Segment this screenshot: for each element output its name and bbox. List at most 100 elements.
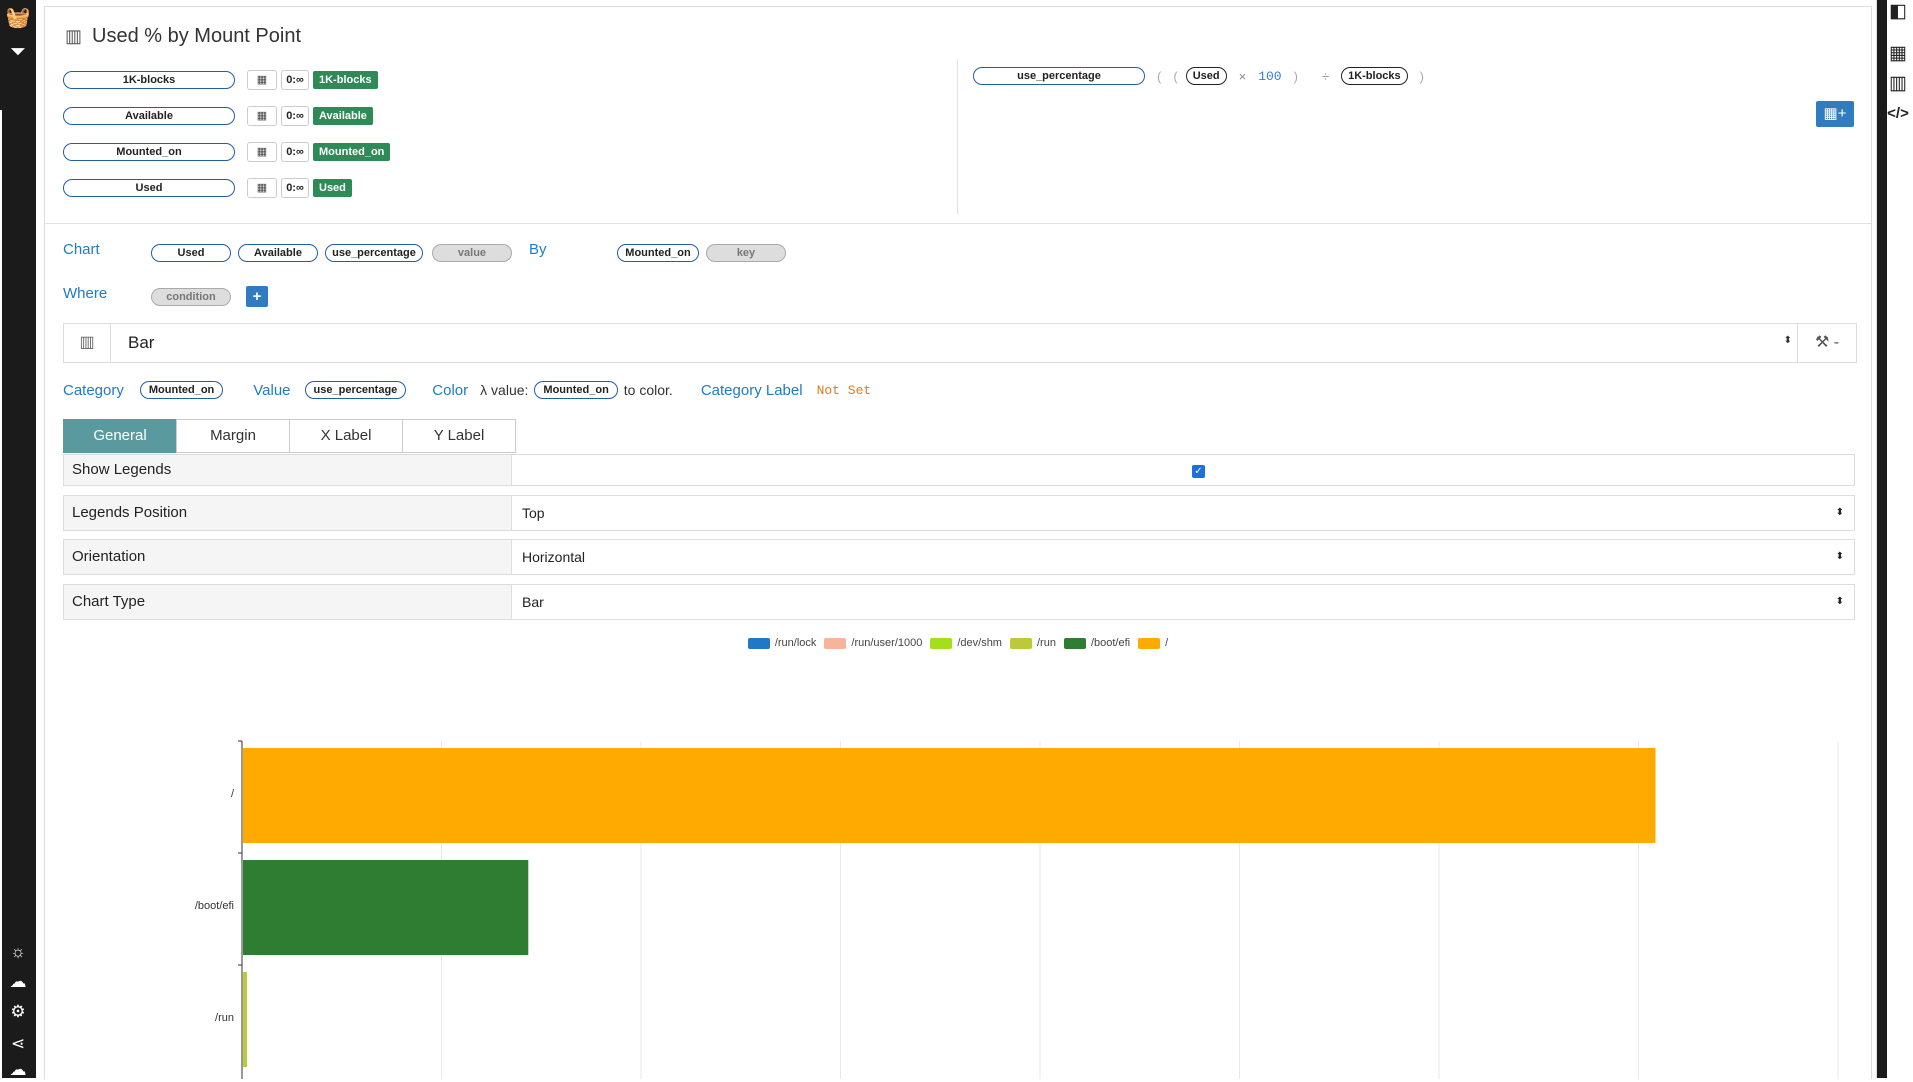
select-caret-icon: ⬍	[1835, 596, 1844, 607]
value-label: Value	[253, 381, 291, 399]
orientation-row[interactable]: Orientation Horizontal ⬍	[63, 539, 1855, 575]
cloud-icon[interactable]: ☁	[0, 970, 36, 994]
field-row: Mounted_on ▦ 0:∞ Mounted_on	[63, 141, 391, 163]
value-placeholder[interactable]: value	[432, 244, 512, 262]
range-badge[interactable]: 0:∞	[281, 142, 309, 162]
by-label: By	[529, 241, 547, 258]
legend-swatch	[1138, 637, 1161, 649]
tab-general[interactable]: General	[63, 419, 177, 453]
left-sidebar: 🧺 ⏷ ☼ ☁ ⚙ ⋖ ☁	[0, 0, 36, 1079]
divide-operator[interactable]: ÷	[1322, 69, 1329, 84]
category-label: Category	[63, 381, 124, 399]
show-legends-row: Show Legends ✓	[63, 454, 1855, 486]
orientation-value[interactable]: Horizontal	[522, 540, 585, 574]
category-pill[interactable]: Mounted_on	[139, 381, 224, 399]
condition-placeholder[interactable]: condition	[151, 288, 231, 306]
chart-tools-button[interactable]: ⚒ -	[1797, 324, 1856, 362]
legend-swatch	[824, 637, 847, 649]
chart-mapping: Category Mounted_on Value use_percentage…	[63, 381, 871, 399]
chart-type-select[interactable]: ▥ Bar ⬍ ⚒ -	[63, 323, 1857, 363]
legend-label: /run	[1036, 637, 1056, 649]
formula-number[interactable]: 100	[1258, 69, 1281, 84]
field-row: Used ▦ 0:∞ Used	[63, 177, 352, 199]
legend-item[interactable]: /run	[1009, 637, 1056, 649]
page-title: ▥ Used % by Mount Point	[65, 25, 301, 48]
tab-margin[interactable]: Margin	[176, 419, 290, 453]
table-icon[interactable]: ▦	[247, 70, 277, 90]
value-pill[interactable]: use_percentage	[304, 381, 407, 399]
legend-label: /run/user/1000	[851, 637, 923, 649]
show-legends-checkbox[interactable]: ✓	[1192, 465, 1205, 478]
where-label: Where	[63, 285, 108, 302]
table-icon[interactable]: ▦	[247, 106, 277, 126]
code-icon[interactable]: </>	[1885, 102, 1911, 126]
field-tag[interactable]: Used	[313, 179, 352, 197]
legend-label: /run/lock	[774, 637, 817, 649]
legend-item[interactable]: /dev/shm	[930, 637, 1002, 649]
collapse-icon[interactable]: ◧	[1885, 0, 1911, 24]
field-pill[interactable]: Mounted_on	[63, 143, 235, 161]
main-panel: ▥ Used % by Mount Point 1K-blocks ▦ 0:∞ 1…	[44, 6, 1872, 1079]
legends-position-label: Legends Position	[64, 496, 512, 530]
legend-item[interactable]: /	[1138, 637, 1168, 649]
range-badge[interactable]: 0:∞	[281, 178, 309, 198]
table-icon[interactable]: ▦	[247, 178, 277, 198]
settings-icon[interactable]: ⚙	[0, 1000, 36, 1024]
sun-icon[interactable]: ☼	[0, 940, 36, 964]
range-badge[interactable]: 0:∞	[281, 70, 309, 90]
formula-field[interactable]: 1K-blocks	[1341, 67, 1408, 85]
basket-icon[interactable]: 🧺	[0, 6, 36, 30]
field-pill[interactable]: Used	[63, 179, 235, 197]
right-sidebar: ◧ ▦ ▥ </>	[1876, 0, 1913, 1078]
tab-x-label[interactable]: X Label	[289, 419, 403, 453]
chart-value-pill[interactable]: Used	[151, 244, 231, 262]
chart-value-pill[interactable]: use_percentage	[325, 244, 423, 262]
share-icon[interactable]: ⋖	[0, 1032, 36, 1056]
add-calculation-button[interactable]: ▦+	[1816, 101, 1854, 127]
sidebar-strip	[0, 110, 2, 1078]
add-condition-button[interactable]: +	[246, 286, 268, 307]
field-row: 1K-blocks ▦ 0:∞ 1K-blocks	[63, 69, 378, 91]
legend-swatch	[1063, 637, 1086, 649]
legend-item[interactable]: /run/lock	[747, 637, 817, 649]
field-tag[interactable]: 1K-blocks	[313, 71, 378, 89]
field-tag[interactable]: Mounted_on	[313, 143, 391, 161]
filter-icon[interactable]: ⏷	[0, 40, 36, 64]
legend-item[interactable]: /boot/efi	[1063, 637, 1130, 649]
computed-field-name[interactable]: use_percentage	[973, 67, 1145, 85]
paren-close: )	[1419, 68, 1424, 84]
table-icon[interactable]: ▦	[1885, 42, 1911, 66]
chart-type-row[interactable]: Chart Type Bar ⬍	[63, 584, 1855, 620]
select-caret-icon: ⬍	[1783, 335, 1792, 346]
bar	[243, 860, 529, 955]
bar-chart-icon[interactable]: ▥	[1885, 72, 1911, 96]
legends-position-row[interactable]: Legends Position Top ⬍	[63, 495, 1855, 531]
orientation-label: Orientation	[64, 540, 512, 574]
field-pill[interactable]: 1K-blocks	[63, 71, 235, 89]
bar	[243, 748, 1656, 843]
color-pill[interactable]: Mounted_on	[534, 381, 618, 399]
legend-label: /	[1165, 637, 1169, 649]
legends-position-value[interactable]: Top	[522, 496, 545, 530]
chart-legend: /run/lock/run/user/1000/dev/shm/run/boot…	[45, 637, 1871, 649]
select-caret-icon: ⬍	[1835, 507, 1844, 518]
legend-item[interactable]: /run/user/1000	[824, 637, 922, 649]
field-pill[interactable]: Available	[63, 107, 235, 125]
cloud-upload-icon[interactable]: ☁	[0, 1058, 36, 1082]
color-label: Color	[432, 381, 469, 399]
chart-type-prop-value[interactable]: Bar	[522, 585, 544, 619]
tab-y-label[interactable]: Y Label	[402, 419, 516, 453]
chart-value-pill[interactable]: Available	[238, 244, 318, 262]
category-label-value[interactable]: Not Set	[817, 383, 872, 398]
paren-open: (	[1173, 68, 1178, 84]
key-placeholder[interactable]: key	[706, 244, 786, 262]
by-pill[interactable]: Mounted_on	[617, 244, 699, 262]
table-icon[interactable]: ▦	[247, 142, 277, 162]
vertical-divider	[957, 59, 958, 214]
bar-chart-icon: ▥	[64, 324, 111, 362]
legend-swatch	[930, 637, 953, 649]
field-tag[interactable]: Available	[313, 107, 373, 125]
range-badge[interactable]: 0:∞	[281, 106, 309, 126]
formula-field[interactable]: Used	[1185, 67, 1227, 85]
times-operator[interactable]: ×	[1239, 69, 1247, 84]
